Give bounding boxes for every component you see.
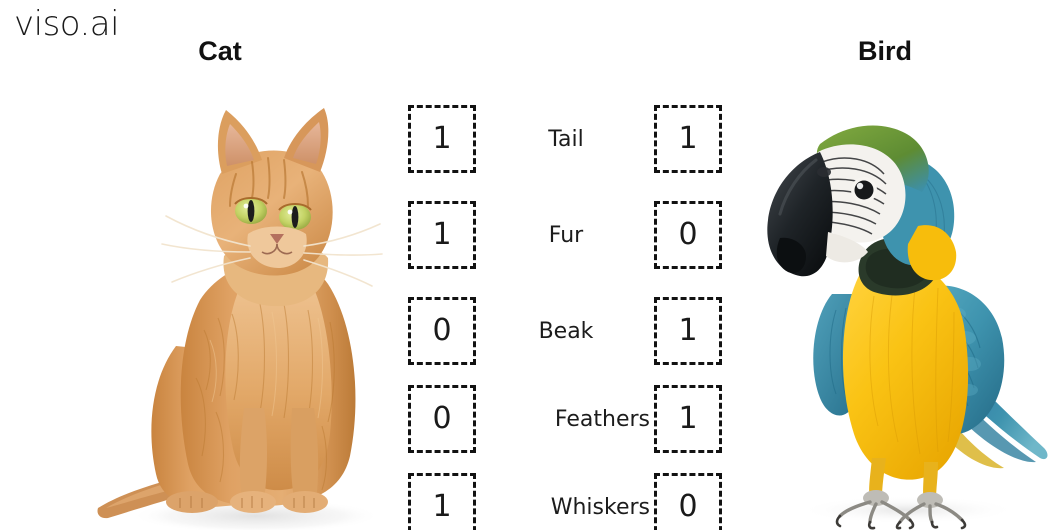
- bird-value-tail: 1: [654, 105, 722, 173]
- cat-value-whiskers: 1: [408, 473, 476, 530]
- feature-label-tail: Tail: [548, 126, 584, 152]
- feature-row-fur: 1 Fur 0: [400, 201, 730, 269]
- bird-value-feathers: 1: [654, 385, 722, 453]
- feature-label-fur: Fur: [548, 222, 584, 248]
- cat-image: [96, 78, 402, 530]
- feature-row-tail: 1 Tail 1: [400, 105, 730, 173]
- feature-label-whiskers: Whiskers: [550, 494, 650, 520]
- feature-row-feathers: 0 Feathers 1: [400, 385, 730, 453]
- cat-value-fur: 1: [408, 201, 476, 269]
- cat-value-tail: 1: [408, 105, 476, 173]
- feature-row-beak: 0 Beak 1: [400, 297, 730, 365]
- bird-image: [758, 86, 1058, 530]
- comparison-figure: viso.ai Cat Bird 1 Tail 1 1 Fur 0 0 Beak…: [0, 0, 1060, 530]
- cat-value-beak: 0: [408, 297, 476, 365]
- feature-label-beak: Beak: [538, 318, 594, 344]
- bird-value-whiskers: 0: [654, 473, 722, 530]
- feature-label-feathers: Feathers: [554, 406, 650, 432]
- viso-ai-logo: viso.ai: [14, 4, 120, 44]
- column-title-bird: Bird: [858, 36, 912, 66]
- cat-value-feathers: 0: [408, 385, 476, 453]
- feature-row-whiskers: 1 Whiskers 0: [400, 473, 730, 530]
- feature-matrix: 1 Tail 1 1 Fur 0 0 Beak 1 0 Feathers 1 1…: [400, 96, 730, 530]
- bird-value-beak: 1: [654, 297, 722, 365]
- bird-value-fur: 0: [654, 201, 722, 269]
- column-title-cat: Cat: [198, 36, 242, 66]
